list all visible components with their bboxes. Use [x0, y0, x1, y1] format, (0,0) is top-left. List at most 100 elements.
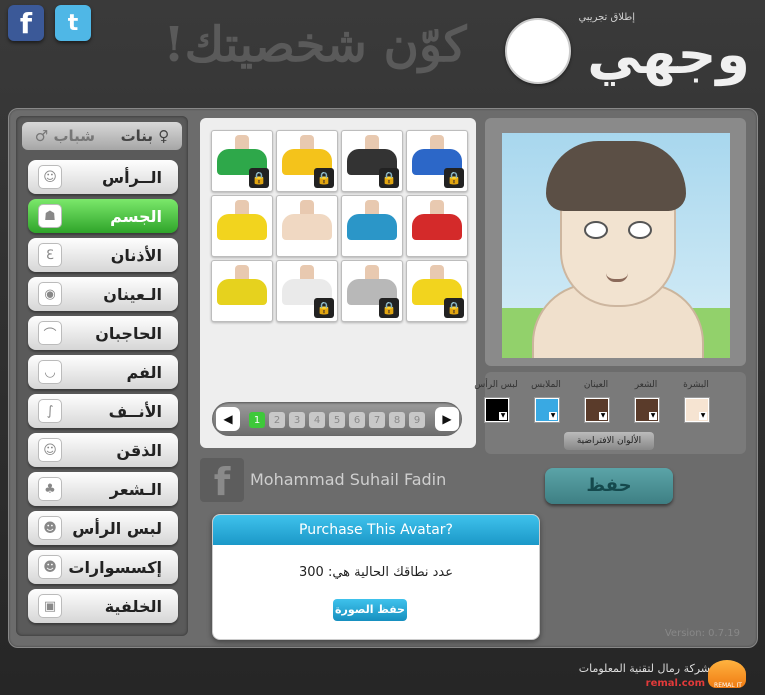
body-item[interactable]	[406, 195, 468, 257]
nav-item-icon: ☺	[38, 438, 62, 462]
save-button[interactable]: حفظ	[545, 468, 673, 504]
dialog-message: عدد نطاقك الحالية هي: 300	[299, 565, 453, 580]
nav-item[interactable]: ☻ لبس الرأس	[28, 511, 178, 545]
slogan: كوّن شخصيتك!	[163, 17, 467, 73]
dropdown-arrow-icon: ▼	[699, 412, 707, 420]
item-shirt	[347, 214, 397, 240]
lock-icon: 🔒	[249, 168, 269, 188]
dropdown-arrow-icon: ▼	[549, 412, 557, 420]
dropdown-arrow-icon: ▼	[649, 412, 657, 420]
lock-icon: 🔒	[314, 298, 334, 318]
color-label: الملابس	[531, 380, 561, 390]
nav-item-icon: ℇ	[38, 243, 62, 267]
twitter-icon[interactable]: t	[55, 5, 91, 41]
nav-item-label: الـعينان	[103, 284, 162, 304]
gender-toggle[interactable]: ♀ بنات شباب ♂	[22, 122, 182, 150]
logo-subtitle: إطلاق تجريبي	[578, 12, 635, 23]
nav-item[interactable]: ☻ إكسسوارات	[28, 550, 178, 584]
default-colors-button[interactable]: الألوان الافتراضية	[564, 432, 654, 450]
avatar-preview	[502, 133, 730, 358]
color-label: البشرة	[683, 380, 709, 390]
pager-page[interactable]: 8	[389, 412, 405, 428]
nav-item[interactable]: ☗ الجسم	[28, 199, 178, 233]
pager-page[interactable]: 7	[369, 412, 385, 428]
body-item[interactable]	[276, 195, 338, 257]
lock-icon: 🔒	[379, 168, 399, 188]
body-item[interactable]: 🔒	[341, 260, 403, 322]
avatar-eye-right	[628, 221, 652, 239]
nav-item-label: الذقن	[116, 440, 162, 460]
body-item[interactable]: 🔒	[276, 260, 338, 322]
nav-item-label: الفم	[126, 362, 162, 382]
body-item[interactable]: 🔒	[341, 130, 403, 192]
nav-item-label: الأذنان	[110, 245, 162, 265]
gender-girls[interactable]: ♀ بنات	[121, 127, 170, 145]
lock-icon: 🔒	[444, 168, 464, 188]
color-label: الشعر	[634, 380, 658, 390]
pager-page[interactable]: 3	[289, 412, 305, 428]
purchase-dialog: Purchase This Avatar? عدد نطاقك الحالية …	[212, 514, 540, 640]
footer-link[interactable]: remal.com	[640, 678, 705, 689]
body-item[interactable]: 🔒	[211, 130, 273, 192]
nav-item-icon: ◉	[38, 282, 62, 306]
dropdown-arrow-icon: ▼	[499, 412, 507, 420]
facebook-user-icon: f	[200, 458, 244, 504]
color-swatch[interactable]: ▼	[535, 398, 559, 422]
item-shirt	[217, 279, 267, 305]
save-image-button[interactable]: حفظ الصورة	[333, 599, 407, 621]
nav-item[interactable]: ▣ الخلفية	[28, 589, 178, 623]
pager-page[interactable]: 2	[269, 412, 285, 428]
nav-item[interactable]: ☺ الذقن	[28, 433, 178, 467]
logo-text: وجهي	[587, 23, 750, 86]
item-shirt	[412, 214, 462, 240]
dropdown-arrow-icon: ▼	[599, 412, 607, 420]
color-swatch[interactable]: ▼	[635, 398, 659, 422]
nav-item-icon: ⌒	[38, 321, 62, 345]
nav-item[interactable]: ⌒ الحاجبان	[28, 316, 178, 350]
nav-item-label: الحاجبان	[95, 323, 162, 343]
color-swatch[interactable]: ▼	[685, 398, 709, 422]
lock-icon: 🔒	[314, 168, 334, 188]
facebook-user-name: Mohammad Suhail Fadin	[250, 470, 447, 489]
pager-page[interactable]: 6	[349, 412, 365, 428]
nav-item[interactable]: ☺ الــرأس	[28, 160, 178, 194]
pager-page[interactable]: 9	[409, 412, 425, 428]
version-label: Version: 0.7.19	[664, 628, 740, 639]
gender-boys[interactable]: شباب ♂	[35, 127, 95, 145]
nav-item[interactable]: ℇ الأذنان	[28, 238, 178, 272]
nav-item-icon: ◡	[38, 360, 62, 384]
nav-item[interactable]: ∫ الأنــف	[28, 394, 178, 428]
item-shirt	[282, 214, 332, 240]
color-swatch[interactable]: ▼	[585, 398, 609, 422]
color-swatch[interactable]: ▼	[485, 398, 509, 422]
pager-page[interactable]: 4	[309, 412, 325, 428]
nav-item-label: لبس الرأس	[72, 518, 162, 538]
body-item[interactable]	[211, 195, 273, 257]
nav-item[interactable]: ♣ الـشعر	[28, 472, 178, 506]
pager-page[interactable]: 1	[249, 412, 265, 428]
nav-item-label: الأنــف	[108, 401, 162, 421]
nav-item[interactable]: ◡ الفم	[28, 355, 178, 389]
facebook-icon[interactable]: f	[8, 5, 44, 41]
nav-item-icon: ☺	[38, 165, 62, 189]
nav-item-label: إكسسوارات	[68, 557, 162, 577]
body-item[interactable]: 🔒	[406, 130, 468, 192]
nav-item-label: الخلفية	[104, 596, 162, 616]
pager-next-button[interactable]: ▶	[435, 407, 459, 431]
pager-page[interactable]: 5	[329, 412, 345, 428]
body-item[interactable]: 🔒	[276, 130, 338, 192]
nav-item-icon: ∫	[38, 399, 62, 423]
pager-prev-button[interactable]: ◀	[216, 407, 240, 431]
nav-item[interactable]: ◉ الـعينان	[28, 277, 178, 311]
body-item[interactable]	[211, 260, 273, 322]
color-label: لبس الرأس	[474, 380, 518, 390]
footer-company: شركة رمال لتقنية المعلومات	[578, 662, 710, 675]
body-item[interactable]	[341, 195, 403, 257]
avatar-eye-left	[584, 221, 608, 239]
nav-item-label: الجسم	[110, 206, 162, 226]
nav-item-icon: ☗	[38, 204, 62, 228]
logo-face-icon	[505, 18, 571, 84]
item-shirt	[217, 214, 267, 240]
lock-icon: 🔒	[379, 298, 399, 318]
body-item[interactable]: 🔒	[406, 260, 468, 322]
